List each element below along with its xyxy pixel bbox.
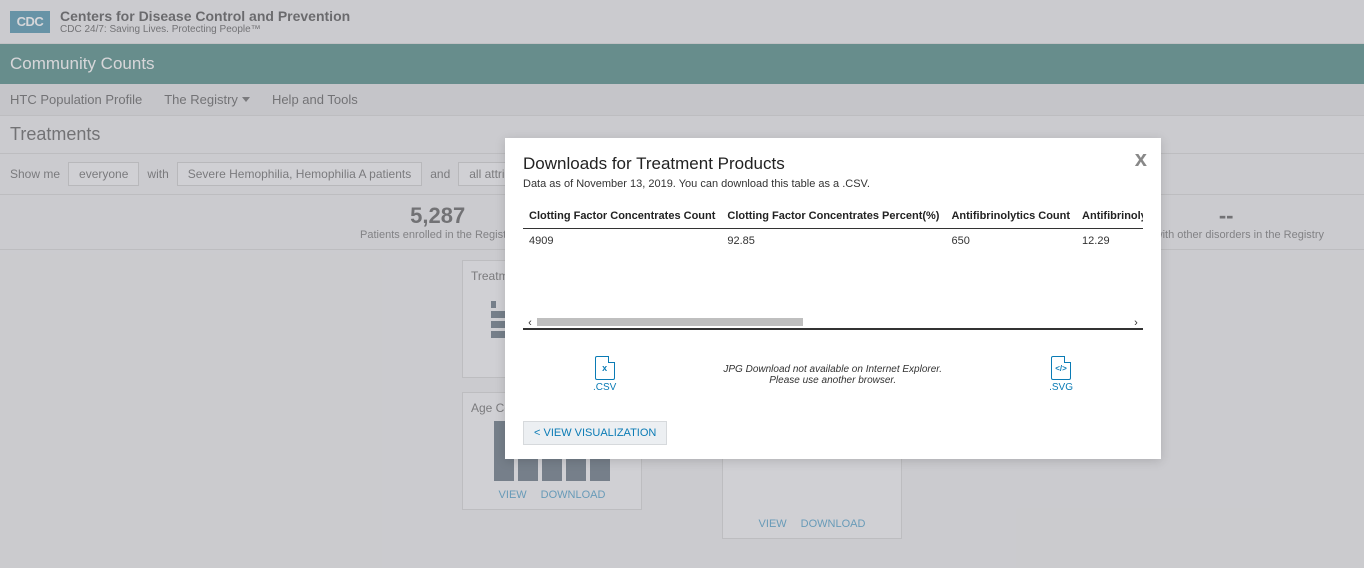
table-header: Antifibrinolytics Count [945,204,1076,229]
table-header: Antifibrinolytics Percent(%) [1076,204,1143,229]
file-csv-icon: x [595,356,615,380]
modal-table: Clotting Factor Concentrates Count Clott… [523,204,1143,253]
file-svg-icon: </> [1051,356,1071,380]
scroll-left-icon[interactable]: ‹ [523,317,537,329]
scroll-track[interactable] [537,318,1129,328]
table-header: Clotting Factor Concentrates Count [523,204,721,229]
table-wrapper: Clotting Factor Concentrates Count Clott… [523,204,1143,304]
table-header: Clotting Factor Concentrates Percent(%) [721,204,945,229]
view-visualization-button[interactable]: < VIEW VISUALIZATION [523,421,667,445]
download-svg-button[interactable]: </> .SVG [1049,356,1073,393]
download-csv-label: .CSV [593,382,616,393]
modal-title: Downloads for Treatment Products [523,154,1143,174]
download-row: x .CSV JPG Download not available on Int… [523,330,1143,403]
modal-subtitle: Data as of November 13, 2019. You can do… [523,178,1143,190]
download-csv-button[interactable]: x .CSV [593,356,616,393]
table-row: 4909 92.85 650 12.29 suppressed [523,229,1143,254]
table-header-row: Clotting Factor Concentrates Count Clott… [523,204,1143,229]
table-cell: 4909 [523,229,721,254]
table-cell: 92.85 [721,229,945,254]
scroll-right-icon[interactable]: › [1129,317,1143,329]
table-cell: 12.29 [1076,229,1143,254]
close-icon[interactable]: x [1135,146,1147,172]
scroll-thumb[interactable] [537,318,803,326]
downloads-modal: x Downloads for Treatment Products Data … [505,138,1161,459]
jpg-note: JPG Download not available on Internet E… [723,364,943,386]
table-cell: 650 [945,229,1076,254]
table-scrollbar[interactable]: ‹ › [523,318,1143,330]
download-svg-label: .SVG [1049,382,1073,393]
